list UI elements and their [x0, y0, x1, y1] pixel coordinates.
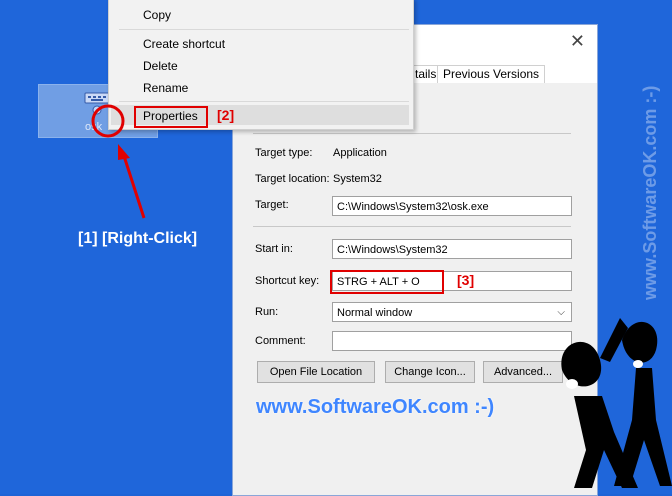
target-type-value: Application [333, 147, 387, 159]
run-select[interactable]: Normal window ⌵ [332, 302, 572, 322]
target-location-value: System32 [333, 173, 382, 185]
step3-label: [3] [457, 272, 475, 288]
tab-previous-versions[interactable]: Previous Versions [437, 65, 546, 83]
target-location-label: Target location: [255, 173, 330, 185]
menu-item-create-shortcut[interactable]: Create shortcut [143, 37, 225, 51]
start-in-label: Start in: [255, 243, 293, 255]
step2-label: [2] [217, 107, 235, 123]
target-type-label: Target type: [255, 147, 313, 159]
separator [253, 133, 571, 134]
side-watermark: www.SoftwareOK.com :-) [640, 85, 660, 300]
start-in-input[interactable]: C:\Windows\System32 [332, 239, 572, 259]
advanced-button[interactable]: Advanced... [483, 361, 563, 383]
run-label: Run: [255, 306, 279, 318]
menu-item-rename[interactable]: Rename [143, 81, 188, 95]
comment-label: Comment: [255, 335, 306, 347]
menu-item-delete[interactable]: Delete [143, 59, 178, 73]
step1-label: [1] [Right-Click] [78, 230, 198, 247]
separator [253, 226, 571, 227]
run-select-value: Normal window [337, 307, 413, 319]
menu-separator [119, 29, 409, 30]
open-file-location-button[interactable]: Open File Location [257, 361, 375, 383]
shortcut-key-label: Shortcut key: [255, 275, 320, 287]
change-icon-button[interactable]: Change Icon... [385, 361, 475, 383]
close-icon[interactable]: ✕ [570, 31, 585, 52]
cartoon-figures [561, 318, 672, 488]
comment-input[interactable] [332, 331, 572, 351]
right-click-marker [91, 104, 146, 219]
target-label: Target: [255, 199, 289, 211]
target-input[interactable]: C:\Windows\System32\osk.exe [332, 196, 572, 216]
bottom-watermark: www.SoftwareOK.com :-) [256, 396, 495, 418]
menu-item-copy[interactable]: Copy [143, 8, 171, 22]
shortcut-key-highlight-box [330, 270, 444, 294]
